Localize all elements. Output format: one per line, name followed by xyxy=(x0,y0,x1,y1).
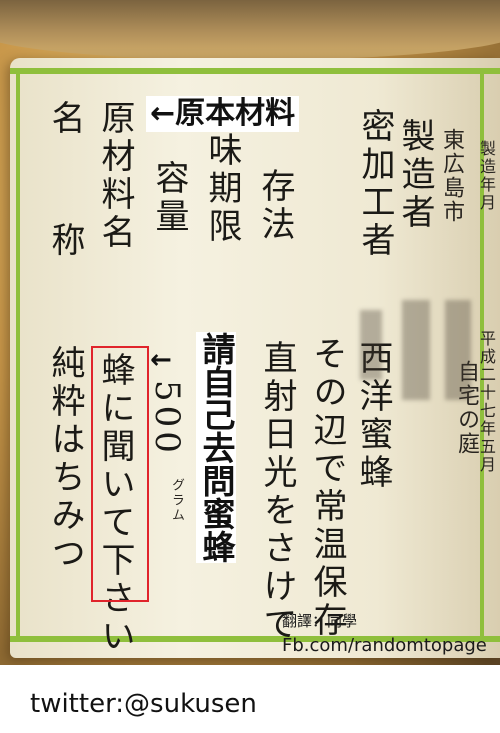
honey-jar-photo: 製造年月 平成二十七年五月 自宅の庭 東広島市 製造者 密加工者 西洋蜜蜂 その… xyxy=(0,0,500,665)
manufacturer: 製造者 xyxy=(395,118,435,232)
ingredient-name-label: 原材料名 xyxy=(95,100,135,252)
higashi-hiroshima: 東広島市 xyxy=(439,128,464,224)
source-url: Fb.com/randomtopage xyxy=(282,635,487,656)
heisei-date: 平成二十七年五月 xyxy=(477,330,496,474)
sunlight-instruction: 直射日光をさけて xyxy=(257,340,297,644)
pure-honey: 純粋はちみつ xyxy=(45,345,85,573)
jar-shoulder xyxy=(0,0,500,60)
label-top-band xyxy=(10,68,500,74)
translation-top-note: ←原本材料 xyxy=(146,96,300,132)
translator-credit: 翻譯：同學 xyxy=(282,612,358,630)
highlight-box xyxy=(91,346,149,602)
storage-instruction: その辺で常温保存 xyxy=(307,336,347,640)
translation-side-note: 請自己去問蜜蜂 xyxy=(196,332,236,563)
storage-method: 存法 xyxy=(255,168,295,244)
content-volume: 容量 xyxy=(149,160,189,236)
grams-unit: グラム xyxy=(169,478,184,523)
redacted-name xyxy=(402,300,430,400)
arrow-icon: ← xyxy=(150,345,172,375)
volume-value: 500 xyxy=(147,380,187,457)
product-name-label: 名称 xyxy=(45,100,85,344)
best-before: 味期限 xyxy=(202,132,242,246)
beekeeper: 密加工者 xyxy=(355,108,395,260)
manufacture-date-header: 製造年月 xyxy=(477,140,496,212)
twitter-caption: twitter:@sukusen xyxy=(30,689,257,719)
redacted-phone xyxy=(360,310,382,380)
label-left-band xyxy=(16,74,20,636)
redacted-address xyxy=(445,300,471,400)
